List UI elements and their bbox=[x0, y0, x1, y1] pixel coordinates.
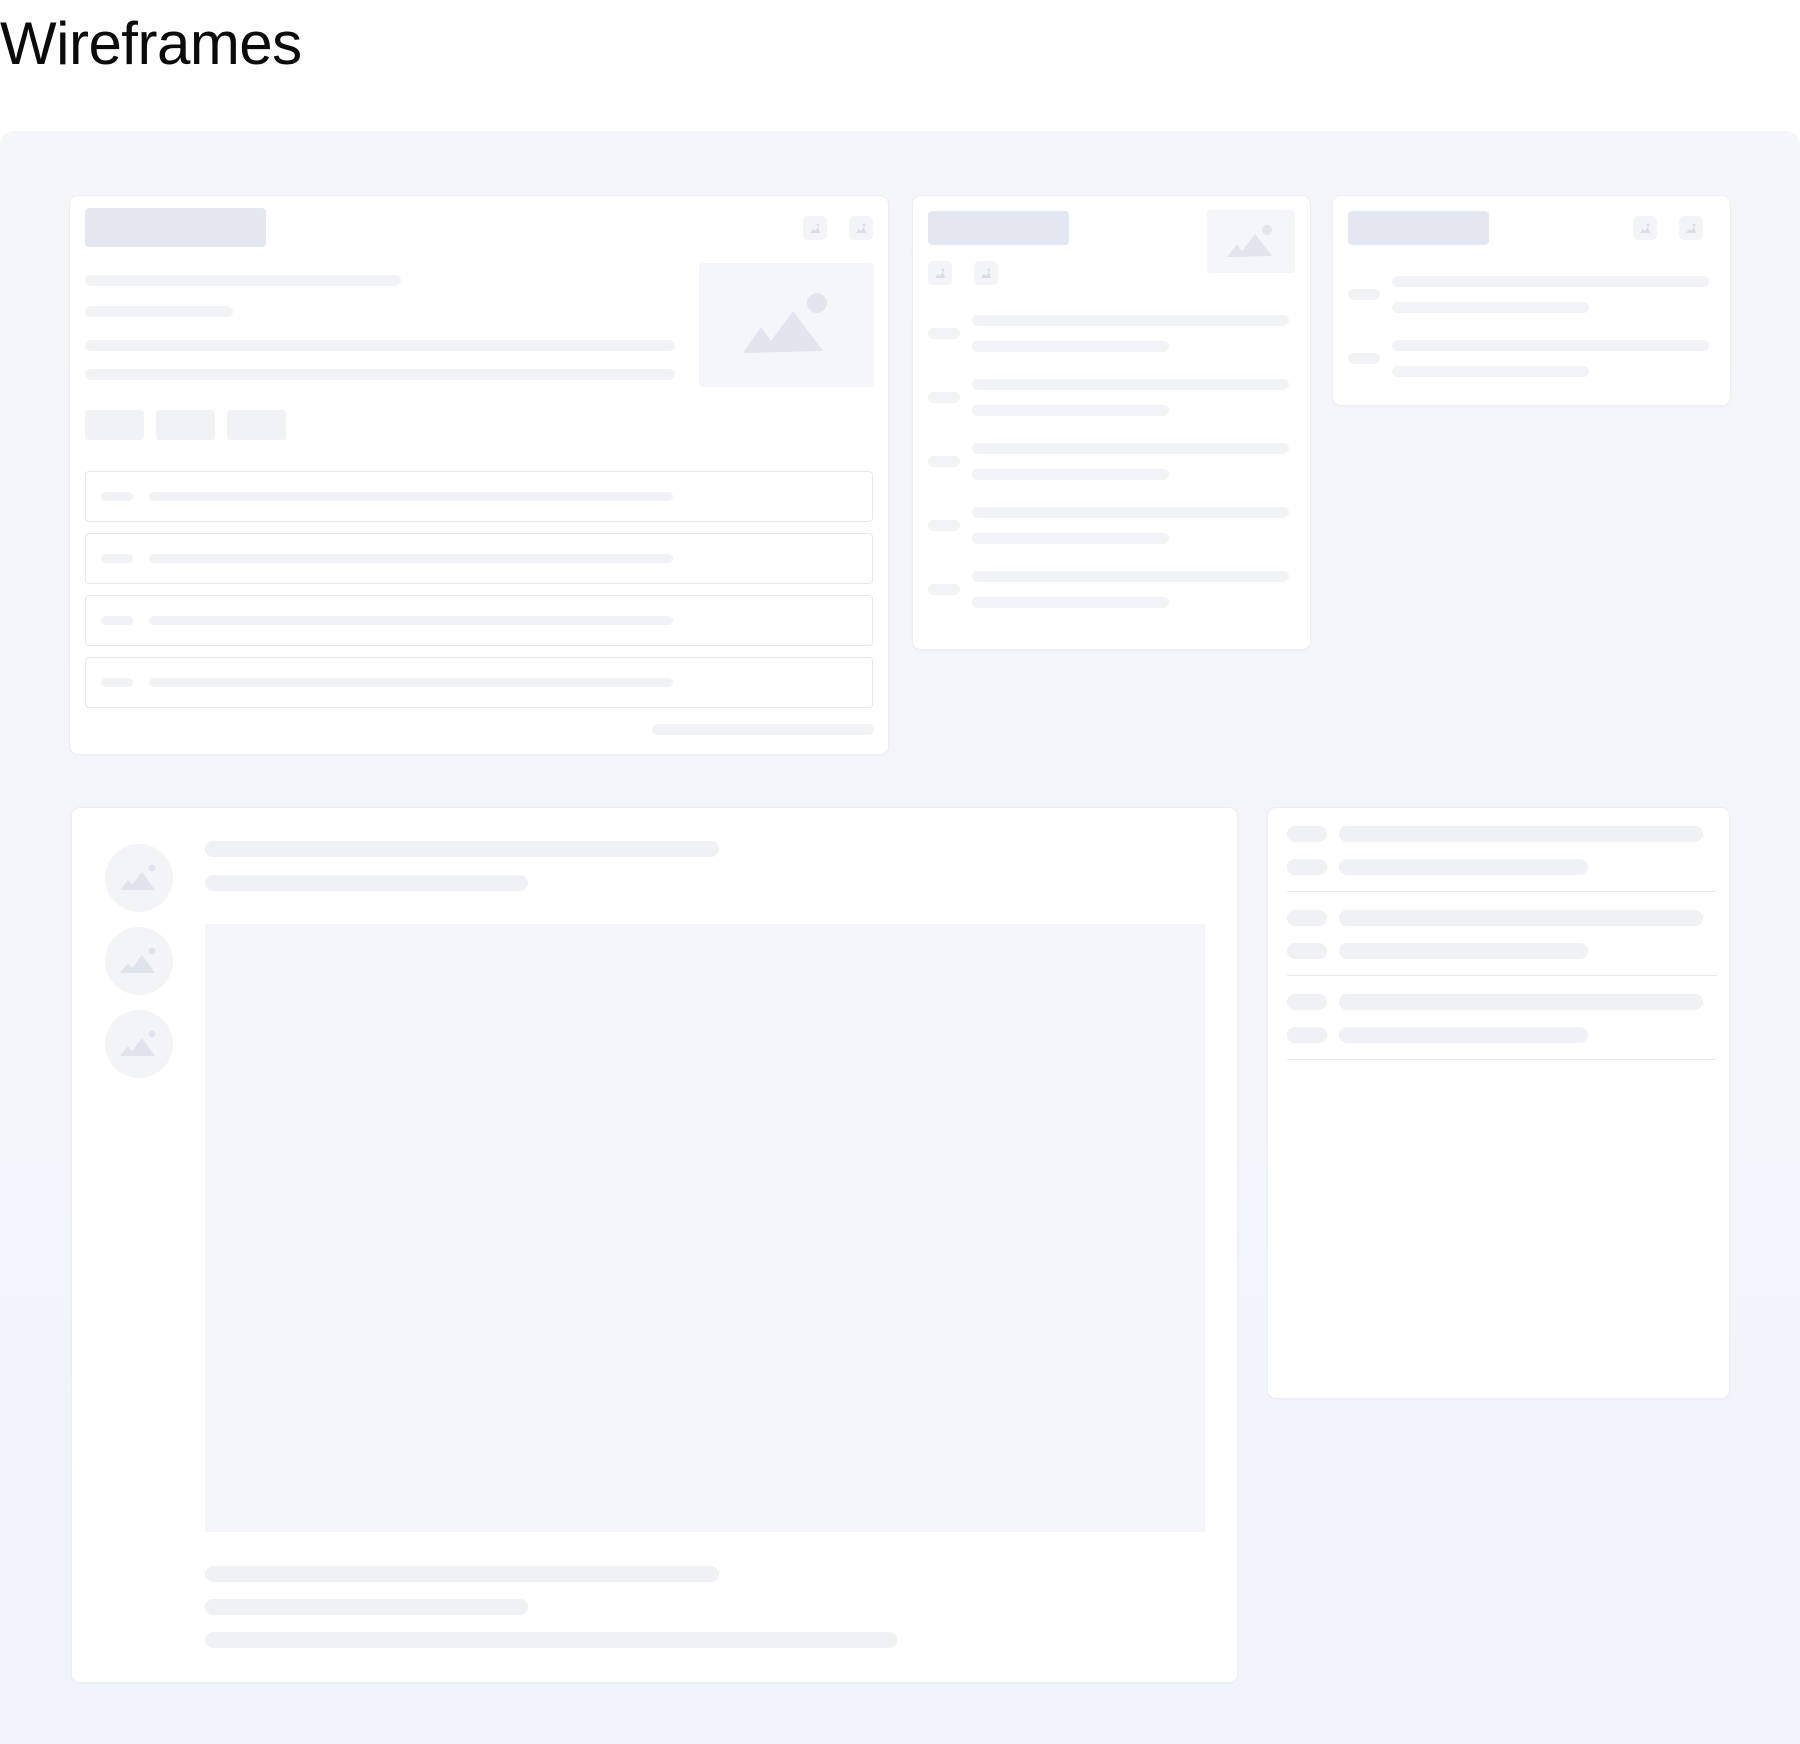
avatar[interactable] bbox=[105, 1010, 173, 1078]
list-item-marker bbox=[1348, 353, 1380, 364]
image-icon bbox=[120, 1030, 156, 1056]
list-item-line bbox=[1392, 302, 1589, 313]
text-placeholder bbox=[205, 1632, 897, 1648]
list-item-line bbox=[1339, 826, 1703, 842]
list-item-marker bbox=[928, 456, 960, 467]
list-item-line bbox=[972, 443, 1289, 454]
text-placeholder bbox=[85, 306, 233, 317]
tag-chip[interactable] bbox=[227, 410, 286, 440]
list-item[interactable] bbox=[85, 657, 873, 708]
list-item-line bbox=[1339, 910, 1703, 926]
list-item-line bbox=[972, 315, 1289, 326]
text-placeholder bbox=[205, 1599, 528, 1615]
edit-icon[interactable] bbox=[1679, 216, 1703, 240]
edit-icon[interactable] bbox=[928, 261, 952, 285]
text-placeholder bbox=[85, 369, 675, 380]
list-item-line bbox=[1339, 943, 1588, 959]
row-text-placeholder bbox=[149, 616, 673, 625]
row-text-placeholder bbox=[149, 554, 673, 563]
list-item-line bbox=[972, 469, 1169, 480]
row-marker-placeholder bbox=[101, 616, 133, 625]
list-item-line bbox=[972, 597, 1169, 608]
row-marker-placeholder bbox=[101, 492, 133, 501]
image-icon bbox=[742, 293, 827, 353]
list-item-line bbox=[972, 405, 1169, 416]
list-item-marker bbox=[1287, 994, 1327, 1010]
edit-icon[interactable] bbox=[974, 261, 998, 285]
list-item-line bbox=[972, 533, 1169, 544]
edit-icon[interactable] bbox=[849, 216, 873, 240]
divider bbox=[1287, 1059, 1717, 1060]
list-item-line bbox=[1339, 859, 1588, 875]
list-item-marker bbox=[1287, 826, 1327, 842]
list-item-line bbox=[972, 341, 1169, 352]
image-icon bbox=[1227, 224, 1272, 257]
edit-icon[interactable] bbox=[1633, 216, 1657, 240]
row-text-placeholder bbox=[149, 678, 673, 687]
list-item-marker bbox=[1287, 1027, 1327, 1043]
image-placeholder bbox=[699, 263, 874, 387]
text-placeholder bbox=[205, 1566, 719, 1582]
list-item-line bbox=[972, 507, 1289, 518]
list-item-line bbox=[1392, 366, 1589, 377]
detail-card bbox=[70, 196, 888, 754]
list-card bbox=[913, 196, 1310, 649]
tag-chip[interactable] bbox=[156, 410, 215, 440]
image-placeholder bbox=[1207, 210, 1295, 273]
summary-card-title-placeholder bbox=[1348, 211, 1489, 245]
list-item-line bbox=[972, 379, 1289, 390]
subheading-placeholder bbox=[205, 875, 528, 891]
list-item-line bbox=[1339, 994, 1703, 1010]
divider bbox=[1287, 975, 1717, 976]
list-item-marker bbox=[1287, 859, 1327, 875]
detail-card-title-placeholder bbox=[85, 208, 266, 247]
media-placeholder bbox=[205, 924, 1205, 1532]
edit-icon[interactable] bbox=[803, 216, 827, 240]
footer-text-placeholder bbox=[652, 724, 874, 735]
tag-chip[interactable] bbox=[85, 410, 144, 440]
list-item[interactable] bbox=[85, 595, 873, 646]
list-item-marker bbox=[928, 584, 960, 595]
text-placeholder bbox=[85, 275, 401, 286]
list-item-line bbox=[1339, 1027, 1588, 1043]
list-item-marker bbox=[1348, 289, 1380, 300]
list-item-line bbox=[1392, 340, 1709, 351]
side-panel-card bbox=[1268, 808, 1729, 1398]
list-item-marker bbox=[1287, 943, 1327, 959]
page-title: Wireframes bbox=[0, 10, 302, 77]
list-item[interactable] bbox=[85, 471, 873, 522]
avatar[interactable] bbox=[105, 927, 173, 995]
image-icon bbox=[120, 947, 156, 973]
heading-placeholder bbox=[205, 841, 719, 857]
feed-card bbox=[72, 808, 1237, 1682]
list-item[interactable] bbox=[85, 533, 873, 584]
list-item-marker bbox=[928, 392, 960, 403]
row-marker-placeholder bbox=[101, 678, 133, 687]
list-card-title-placeholder bbox=[928, 211, 1069, 245]
wireframe-canvas bbox=[0, 131, 1800, 1744]
image-icon bbox=[120, 864, 156, 890]
list-item-marker bbox=[1287, 910, 1327, 926]
list-item-marker bbox=[928, 520, 960, 531]
summary-card bbox=[1333, 196, 1730, 405]
list-item-marker bbox=[928, 328, 960, 339]
list-item-line bbox=[972, 571, 1289, 582]
row-marker-placeholder bbox=[101, 554, 133, 563]
avatar[interactable] bbox=[105, 844, 173, 912]
text-placeholder bbox=[85, 340, 675, 351]
row-text-placeholder bbox=[149, 492, 673, 501]
list-item-line bbox=[1392, 276, 1709, 287]
divider bbox=[1287, 891, 1717, 892]
